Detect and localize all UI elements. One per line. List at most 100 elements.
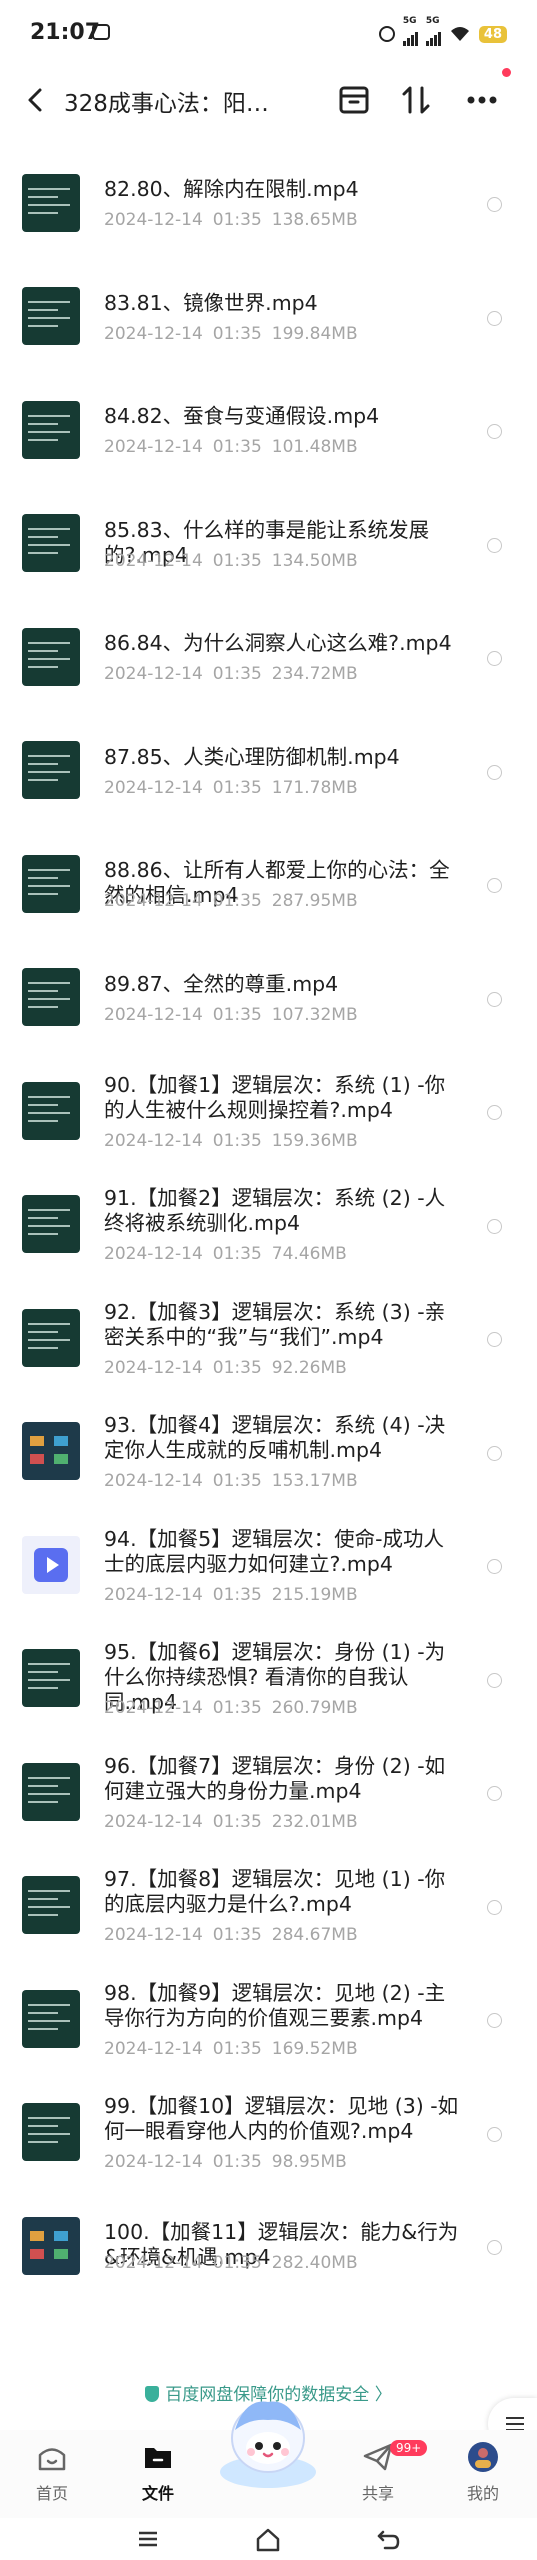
file-meta: 2024-12-14 01:35 234.72MB xyxy=(104,664,368,684)
ai-assistant-button[interactable] xyxy=(215,2390,321,2490)
signal-icon: 5G xyxy=(402,16,418,46)
file-time: 01:35 xyxy=(212,2152,262,2173)
file-meta: 2024-12-14 01:35 98.95MB xyxy=(104,2152,357,2172)
file-item[interactable]: 98.【加餐9】逻辑层次：见地 (2) -主导你行为方向的价值观三要素.mp4 2… xyxy=(0,1968,537,2082)
select-checkbox[interactable] xyxy=(487,1786,502,1802)
system-nav-bar xyxy=(0,2518,537,2560)
select-checkbox[interactable] xyxy=(487,991,502,1007)
file-item[interactable]: 86.84、为什么洞察人心这么难?.mp4 2024-12-14 01:35 234.… xyxy=(0,606,537,720)
file-date: 2024-12-14 xyxy=(104,777,203,798)
file-item[interactable]: 92.【加餐3】逻辑层次：系统 (3) -亲密关系中的“我”与“我们”.mp4 2… xyxy=(0,1287,537,1401)
file-size: 232.01MB xyxy=(271,1811,358,1832)
sort-button[interactable] xyxy=(398,80,434,120)
file-date: 2024-12-14 xyxy=(104,437,203,458)
nav-files[interactable]: 文件 xyxy=(118,2440,198,2504)
video-thumbnail xyxy=(22,854,80,913)
video-thumbnail xyxy=(22,1195,80,1254)
menu-icon[interactable] xyxy=(133,2524,163,2554)
video-thumbnail xyxy=(22,627,80,686)
select-checkbox[interactable] xyxy=(487,1899,502,1915)
select-checkbox[interactable] xyxy=(487,424,502,440)
header: 328成事心法：阳… xyxy=(0,70,537,130)
file-name: 90.【加餐1】逻辑层次：系统 (1) -你的人生被什么规则操控着?.mp4 xyxy=(104,1072,446,1122)
select-checkbox[interactable] xyxy=(487,1559,502,1575)
file-size: 199.84MB xyxy=(271,323,358,344)
file-size: 234.72MB xyxy=(271,664,358,685)
file-name: 96.【加餐7】逻辑层次：身份 (2) -如何建立强大的身份力量.mp4 xyxy=(104,1753,446,1803)
file-item[interactable]: 95.【加餐6】逻辑层次：身份 (1) -为什么你持续恐惧? 看清你的自我认同.… xyxy=(0,1628,537,1742)
file-item[interactable]: 100.【加餐11】逻辑层次：能力&行为&环境&机遇.mp4 2024-12-14… xyxy=(0,2195,537,2309)
back-button[interactable] xyxy=(20,80,54,120)
file-item[interactable]: 93.【加餐4】逻辑层次：系统 (4) -决定你人生成就的反哺机制.mp4 202… xyxy=(0,1401,537,1515)
nav-mine-label: 我的 xyxy=(466,2484,499,2503)
file-time: 01:35 xyxy=(212,323,262,344)
nav-home-label: 首页 xyxy=(35,2484,68,2503)
select-checkbox[interactable] xyxy=(487,197,502,213)
file-name: 97.【加餐8】逻辑层次：见地 (1) -你的底层内驱力是什么?.mp4 xyxy=(104,1867,446,1917)
file-item[interactable]: 83.81、镜像世界.mp4 2024-12-14 01:35 199.84MB xyxy=(0,266,537,380)
select-checkbox[interactable] xyxy=(487,2126,502,2142)
file-item[interactable]: 88.86、让所有人都爱上你的心法：全然的相信.mp4 2024-12-14 01:… xyxy=(0,833,537,947)
file-item[interactable]: 97.【加餐8】逻辑层次：见地 (1) -你的底层内驱力是什么?.mp4 2024… xyxy=(0,1855,537,1969)
file-name: 98.【加餐9】逻辑层次：见地 (2) -主导你行为方向的价值观三要素.mp4 xyxy=(104,1980,446,2030)
file-meta: 2024-12-14 01:35 74.46MB xyxy=(104,1244,357,1264)
back-nav-icon[interactable] xyxy=(373,2524,403,2554)
select-checkbox[interactable] xyxy=(487,1445,502,1461)
file-size: 92.26MB xyxy=(271,1357,347,1378)
file-meta: 2024-12-14 01:35 282.40MB xyxy=(104,2253,368,2273)
nav-mine[interactable]: 我的 xyxy=(443,2440,523,2504)
archive-button[interactable] xyxy=(336,82,372,118)
status-bar: 21:07 5G 5G 48 xyxy=(0,0,537,70)
nav-home[interactable]: 首页 xyxy=(12,2440,92,2504)
file-item[interactable]: 89.87、全然的尊重.mp4 2024-12-14 01:35 107.32MB xyxy=(0,947,537,1061)
select-checkbox[interactable] xyxy=(487,1672,502,1688)
video-file-icon xyxy=(34,1547,68,1582)
file-time: 01:35 xyxy=(212,2038,262,2059)
select-checkbox[interactable] xyxy=(487,1218,502,1234)
file-date: 2024-12-14 xyxy=(104,2152,203,2173)
select-checkbox[interactable] xyxy=(487,764,502,780)
status-indicators: 5G 5G 48 xyxy=(378,16,507,46)
file-item[interactable]: 91.【加餐2】逻辑层次：系统 (2) -人终将被系统驯化.mp4 2024-12… xyxy=(0,1174,537,1288)
file-time: 01:35 xyxy=(212,1357,262,1378)
file-item[interactable]: 99.【加餐10】逻辑层次：见地 (3) -如何一眼看穿他人内的价值观?.mp4… xyxy=(0,2082,537,2196)
wifi-icon xyxy=(450,27,469,41)
file-item[interactable]: 85.83、什么样的事是能让系统发展的?.mp4 2024-12-14 01:35 1… xyxy=(0,493,537,607)
notification-dot xyxy=(502,68,511,77)
file-list: 82.80、解除内在限制.mp4 2024-12-14 01:35 138.65MB 8… xyxy=(0,152,537,2309)
home-button-icon[interactable] xyxy=(253,2524,283,2554)
select-checkbox[interactable] xyxy=(487,878,502,894)
select-checkbox[interactable] xyxy=(487,651,502,667)
file-item[interactable]: 84.82、蚕食与变通假设.mp4 2024-12-14 01:35 101.48MB xyxy=(0,379,537,493)
file-item[interactable]: 90.【加餐1】逻辑层次：系统 (1) -你的人生被什么规则操控着?.mp4 20… xyxy=(0,1060,537,1174)
file-date: 2024-12-14 xyxy=(104,1811,203,1832)
select-checkbox[interactable] xyxy=(487,2013,502,2029)
file-meta: 2024-12-14 01:35 232.01MB xyxy=(104,1812,368,1832)
select-checkbox[interactable] xyxy=(487,1332,502,1348)
file-date: 2024-12-14 xyxy=(104,2038,203,2059)
file-item[interactable]: 82.80、解除内在限制.mp4 2024-12-14 01:35 138.65MB xyxy=(0,152,537,266)
file-item[interactable]: 94.【加餐5】逻辑层次：使命-成功人士的底层内驱力如何建立?.mp4 2024-… xyxy=(0,1514,537,1628)
app-notification-icon xyxy=(92,24,110,40)
more-options-button[interactable] xyxy=(462,80,502,120)
file-date: 2024-12-14 xyxy=(104,1925,203,1946)
select-checkbox[interactable] xyxy=(487,2240,502,2256)
video-thumbnail xyxy=(22,1762,80,1821)
select-checkbox[interactable] xyxy=(487,537,502,553)
signal-icon: 5G xyxy=(425,16,441,46)
video-thumbnail xyxy=(22,1422,80,1481)
select-checkbox[interactable] xyxy=(487,1105,502,1121)
file-date: 2024-12-14 xyxy=(104,323,203,344)
file-item[interactable]: 96.【加餐7】逻辑层次：身份 (2) -如何建立强大的身份力量.mp4 2024… xyxy=(0,1741,537,1855)
file-meta: 2024-12-14 01:35 159.36MB xyxy=(104,1131,368,1151)
file-time: 01:35 xyxy=(212,1584,262,1605)
assistant-mascot-icon xyxy=(220,2401,316,2488)
file-meta: 2024-12-14 01:35 171.78MB xyxy=(104,778,368,798)
file-meta: 2024-12-14 01:35 107.32MB xyxy=(104,1005,368,1025)
file-date: 2024-12-14 xyxy=(104,1130,203,1151)
file-time: 01:35 xyxy=(212,1811,262,1832)
file-item[interactable]: 87.85、人类心理防御机制.mp4 2024-12-14 01:35 171.78M… xyxy=(0,720,537,834)
back-arrow-icon xyxy=(28,88,42,112)
video-thumbnail xyxy=(22,2103,80,2162)
select-checkbox[interactable] xyxy=(487,310,502,326)
